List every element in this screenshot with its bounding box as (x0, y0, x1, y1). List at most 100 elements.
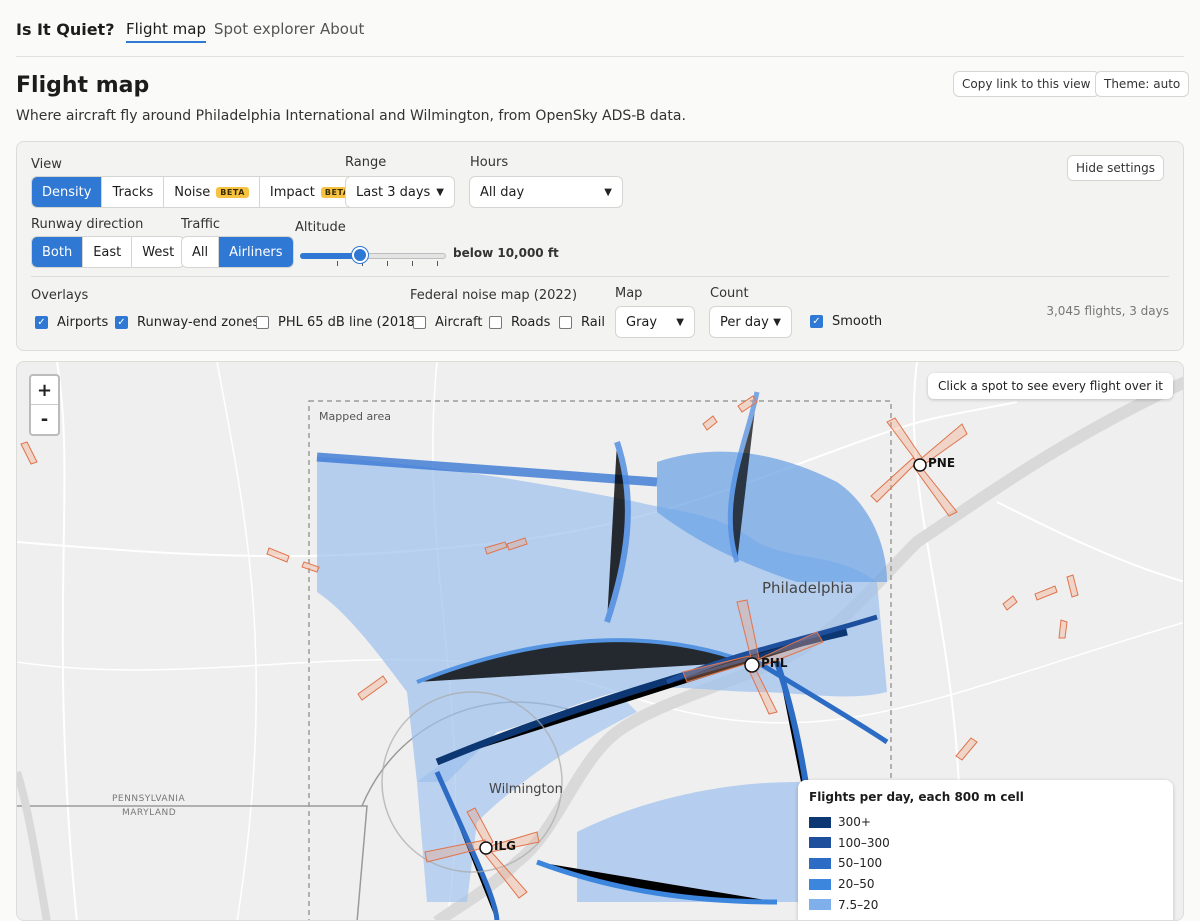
aircraft-checkbox-label: Aircraft (435, 315, 483, 330)
range-select[interactable]: Last 3 days ▼ (345, 176, 455, 208)
flights-summary: 3,045 flights, 3 days (1046, 304, 1169, 318)
chevron-down-icon: ▼ (773, 316, 781, 328)
phl-airport-marker (744, 657, 760, 673)
page-subtitle: Where aircraft fly around Philadelphia I… (16, 108, 686, 124)
nav-spot-explorer[interactable]: Spot explorer (214, 20, 315, 38)
view-tracks-button[interactable]: Tracks (102, 177, 165, 207)
traffic-airliners-button[interactable]: Airliners (219, 237, 293, 267)
nav-flight-map[interactable]: Flight map (126, 20, 206, 43)
view-noise-label: Noise (174, 184, 211, 200)
range-value: Last 3 days (356, 184, 431, 200)
roads-checkbox-label: Roads (511, 315, 551, 330)
runway-segmented-control: Both East West (31, 236, 186, 268)
phl-line-checkbox-label: PHL 65 dB line (2018) (278, 315, 420, 330)
copy-link-button[interactable]: Copy link to this view (953, 71, 1100, 97)
hours-select[interactable]: All day ▼ (469, 176, 623, 208)
mapped-area-label: Mapped area (319, 410, 391, 423)
view-impact-label: Impact (269, 184, 315, 200)
checkbox-unchecked-icon (256, 316, 269, 329)
legend-swatch (809, 837, 831, 849)
checkbox-checked-icon: ✓ (115, 316, 128, 329)
brand-logo[interactable]: Is It Quiet? (16, 20, 114, 39)
legend-item: 100–300 (809, 833, 1162, 854)
hide-settings-button[interactable]: Hide settings (1067, 155, 1165, 181)
slider-tick (437, 261, 438, 266)
legend-item: 20–50 (809, 874, 1162, 895)
runway-east-button[interactable]: East (83, 237, 133, 267)
altitude-slider-fill (300, 253, 360, 259)
settings-divider (31, 276, 1169, 277)
hours-value: All day (480, 184, 525, 200)
chevron-down-icon: ▼ (676, 316, 684, 328)
runway-both-button[interactable]: Both (32, 237, 84, 267)
view-label: View (31, 157, 62, 172)
ilg-label: ILG (494, 839, 516, 853)
checkbox-unchecked-icon (489, 316, 502, 329)
zoom-control: + - (29, 374, 60, 436)
rail-checkbox[interactable]: Rail (559, 315, 605, 330)
count-label: Count (710, 286, 749, 301)
checkbox-checked-icon: ✓ (35, 316, 48, 329)
view-noise-button[interactable]: Noise BETA (164, 177, 260, 207)
state-label-maryland: MARYLAND (122, 808, 177, 818)
theme-button[interactable]: Theme: auto (1095, 71, 1190, 97)
flight-map[interactable]: Mapped area PNE PHL ILG Philadelphia Wil… (16, 361, 1184, 921)
runway-zones-checkbox-label: Runway-end zones (137, 315, 260, 330)
nav-about[interactable]: About (320, 20, 364, 38)
legend-item-label: 100–300 (838, 835, 890, 850)
top-nav: Is It Quiet? Flight map Spot explorer Ab… (16, 0, 1184, 57)
view-density-button[interactable]: Density (32, 177, 103, 207)
runway-zones-checkbox[interactable]: ✓ Runway-end zones (115, 315, 259, 330)
chevron-down-icon: ▼ (604, 186, 612, 198)
runway-west-button[interactable]: West (132, 237, 184, 267)
map-style-select[interactable]: Gray ▼ (615, 306, 695, 338)
beta-badge: BETA (216, 186, 249, 198)
overlays-label: Overlays (31, 288, 89, 303)
legend-item-label: 50–100 (838, 856, 883, 871)
settings-panel: Hide settings View Density Tracks Noise B… (16, 141, 1184, 351)
view-segmented-control: Density Tracks Noise BETA Impact BETA (31, 176, 365, 208)
legend-swatch (809, 878, 831, 890)
legend-item: 7.5–20 (809, 894, 1162, 915)
legend-item: 50–100 (809, 853, 1162, 874)
checkbox-unchecked-icon (413, 316, 426, 329)
count-select[interactable]: Per day ▼ (709, 306, 792, 338)
rail-checkbox-label: Rail (581, 315, 605, 330)
ilg-airport-marker (479, 841, 493, 855)
altitude-slider-thumb[interactable] (352, 247, 368, 263)
state-label-pennsylvania: PENNSYLVANIA (112, 794, 186, 804)
checkbox-unchecked-icon (559, 316, 572, 329)
legend-item-label: 300+ (838, 815, 871, 830)
altitude-label: Altitude (295, 220, 346, 235)
checkbox-checked-icon: ✓ (810, 315, 823, 328)
pne-airport-marker (913, 458, 927, 472)
view-tracks-label: Tracks (112, 184, 154, 200)
runway-label: Runway direction (31, 217, 144, 232)
federal-noise-label: Federal noise map (2022) (410, 288, 578, 303)
legend-swatch (809, 857, 831, 869)
count-value: Per day (720, 314, 769, 330)
wilmington-label: Wilmington (489, 782, 563, 797)
zoom-in-button[interactable]: + (31, 376, 58, 405)
view-density-label: Density (42, 184, 92, 200)
aircraft-checkbox[interactable]: Aircraft (413, 315, 482, 330)
airports-checkbox[interactable]: ✓ Airports (35, 315, 108, 330)
page-title: Flight map (16, 73, 150, 98)
legend-swatch (809, 899, 831, 911)
traffic-label: Traffic (181, 217, 221, 232)
zoom-out-button[interactable]: - (31, 405, 58, 434)
traffic-segmented-control: All Airliners (181, 236, 294, 268)
phl-line-checkbox[interactable]: PHL 65 dB line (2018) (256, 315, 420, 330)
map-tip: Click a spot to see every flight over it (928, 373, 1173, 399)
map-style-label: Map (615, 286, 643, 301)
legend-title: Flights per day, each 800 m cell (809, 790, 1024, 804)
chevron-down-icon: ▼ (436, 186, 444, 198)
map-style-value: Gray (626, 314, 658, 330)
traffic-all-button[interactable]: All (182, 237, 220, 267)
phl-label: PHL (761, 656, 788, 670)
philadelphia-label: Philadelphia (762, 579, 854, 597)
slider-tick (337, 261, 338, 266)
roads-checkbox[interactable]: Roads (489, 315, 550, 330)
legend-item: 300+ (809, 812, 1162, 833)
smooth-checkbox[interactable]: ✓ Smooth (810, 314, 882, 329)
